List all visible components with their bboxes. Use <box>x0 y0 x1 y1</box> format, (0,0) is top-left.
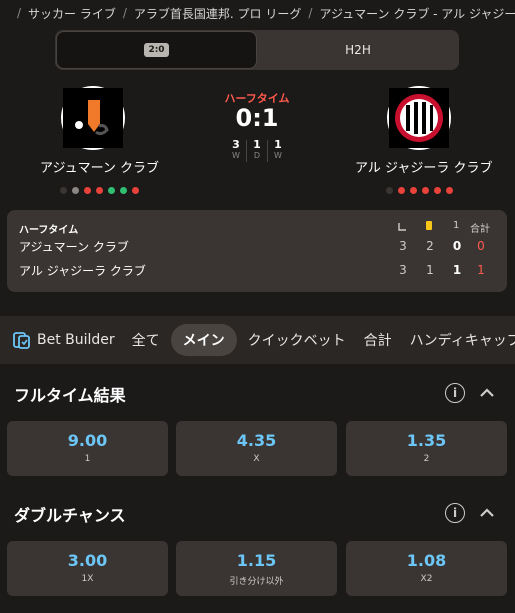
breadcrumb-separator: / <box>308 6 313 20</box>
odds-price: 1.35 <box>406 431 447 450</box>
market-tabs: Bet Builder 全て メイン クイックベット 合計 ハンディキャップ <box>0 316 515 364</box>
odds-button[interactable]: 1.08 X2 <box>346 541 507 596</box>
tab-bet-builder[interactable]: Bet Builder <box>0 324 123 356</box>
stats-home-corners: 3 <box>399 239 407 253</box>
odds-button[interactable]: 3.00 1X <box>7 541 168 596</box>
odds-label: 1 <box>84 454 91 464</box>
odds-button[interactable]: 1.35 2 <box>346 421 507 476</box>
stats-away-total: 1 <box>477 263 485 277</box>
scoreboard-view-button[interactable]: 2:0 <box>56 31 257 69</box>
tab-main[interactable]: メイン <box>170 324 237 356</box>
bet-builder-icon <box>13 332 30 349</box>
breadcrumb-separator: / <box>17 6 22 20</box>
odds-label: 2 <box>423 454 430 464</box>
breadcrumb-item-league[interactable]: アラブ首長国連邦. プロ リーグ <box>134 5 301 22</box>
stats-home-team: アジュマーン クラブ <box>19 240 129 254</box>
odds-price: 4.35 <box>236 431 277 450</box>
form-dot <box>60 187 67 194</box>
form-dot <box>108 187 115 194</box>
breadcrumb-separator: / <box>122 6 127 20</box>
corner-icon <box>398 223 406 231</box>
odds-price: 1.15 <box>236 551 277 570</box>
stats-away-yellow: 1 <box>426 263 434 277</box>
chevron-up-icon[interactable] <box>480 388 494 398</box>
odds-button[interactable]: 4.35 X <box>176 421 337 476</box>
form-dot <box>132 187 139 194</box>
form-dot <box>410 187 417 194</box>
breadcrumb-item-match: アジュマーン クラブ - アル ジャジーラ クラブ <box>319 6 515 21</box>
total-column-header: 合計 <box>470 224 490 235</box>
odds-button[interactable]: 1.15 引き分け以外 <box>176 541 337 596</box>
form-dot <box>96 187 103 194</box>
odds-label: X2 <box>420 574 433 584</box>
form-dot <box>434 187 441 194</box>
home-form-dots <box>60 187 139 194</box>
al-jazira-crest-icon <box>389 88 449 148</box>
score-chip: 2:0 <box>144 43 169 57</box>
form-dot <box>72 187 79 194</box>
form-dot <box>120 187 127 194</box>
market-title-fulltime-result: フルタイム結果 <box>14 386 126 405</box>
wdl-item: 1D <box>253 138 261 160</box>
stats-home-yellow: 2 <box>426 239 434 253</box>
stats-away-goals: 1 <box>452 263 462 277</box>
stats-title: ハーフタイム <box>19 225 79 236</box>
wdl-divider <box>267 140 268 162</box>
form-dot <box>84 187 91 194</box>
home-team-logo[interactable] <box>61 86 125 150</box>
odds-price: 1.08 <box>406 551 447 570</box>
odds-label: X <box>253 454 260 464</box>
match-score: 0:1 <box>235 104 279 132</box>
odds-price: 3.00 <box>67 551 108 570</box>
form-dot <box>422 187 429 194</box>
odds-price: 9.00 <box>67 431 108 450</box>
tab-totals[interactable]: 合計 <box>355 324 401 356</box>
odds-label: 1X <box>81 574 94 584</box>
stats-away-corners: 3 <box>399 263 407 277</box>
form-dot <box>386 187 393 194</box>
tab-label: Bet Builder <box>37 332 115 348</box>
home-team-name: アジュマーン クラブ <box>40 161 160 176</box>
wdl-item: 1W <box>274 138 282 160</box>
wdl-item: 3W <box>232 138 240 160</box>
tab-quick-bet[interactable]: クイックベット <box>239 324 355 356</box>
info-icon[interactable]: i <box>445 383 465 403</box>
tab-handicap[interactable]: ハンディキャップ <box>401 324 515 356</box>
ajman-crest-icon <box>63 88 123 148</box>
stats-home-goals: 0 <box>452 239 462 253</box>
goals-column-header: 1 <box>453 220 460 231</box>
yellow-card-icon <box>426 221 432 230</box>
info-icon[interactable]: i <box>445 503 465 523</box>
wdl-divider <box>246 140 247 162</box>
stats-home-total: 0 <box>477 239 485 253</box>
odds-label: 引き分け以外 <box>229 577 284 587</box>
away-form-dots <box>386 187 453 194</box>
breadcrumb: / サッカー ライブ / アラブ首長国連邦. プロ リーグ / アジュマーン ク… <box>0 0 515 26</box>
breadcrumb-item-soccer-live[interactable]: サッカー ライブ <box>28 5 116 22</box>
h2h-view-button[interactable]: H2H <box>257 30 459 70</box>
form-dot <box>398 187 405 194</box>
tab-all[interactable]: 全て <box>123 324 169 356</box>
form-dot <box>446 187 453 194</box>
chevron-up-icon[interactable] <box>480 508 494 518</box>
away-team-name: アル ジャジーラ クラブ <box>355 161 493 176</box>
view-toggle: 2:0 H2H <box>55 30 459 70</box>
away-team-logo[interactable] <box>387 86 451 150</box>
halftime-stats-panel: ハーフタイム 1 合計 アジュマーン クラブ 3 2 0 0 アル ジャジーラ … <box>7 210 507 292</box>
market-title-double-chance: ダブルチャンス <box>14 506 126 525</box>
odds-button[interactable]: 9.00 1 <box>7 421 168 476</box>
stats-away-team: アル ジャジーラ クラブ <box>19 264 146 278</box>
